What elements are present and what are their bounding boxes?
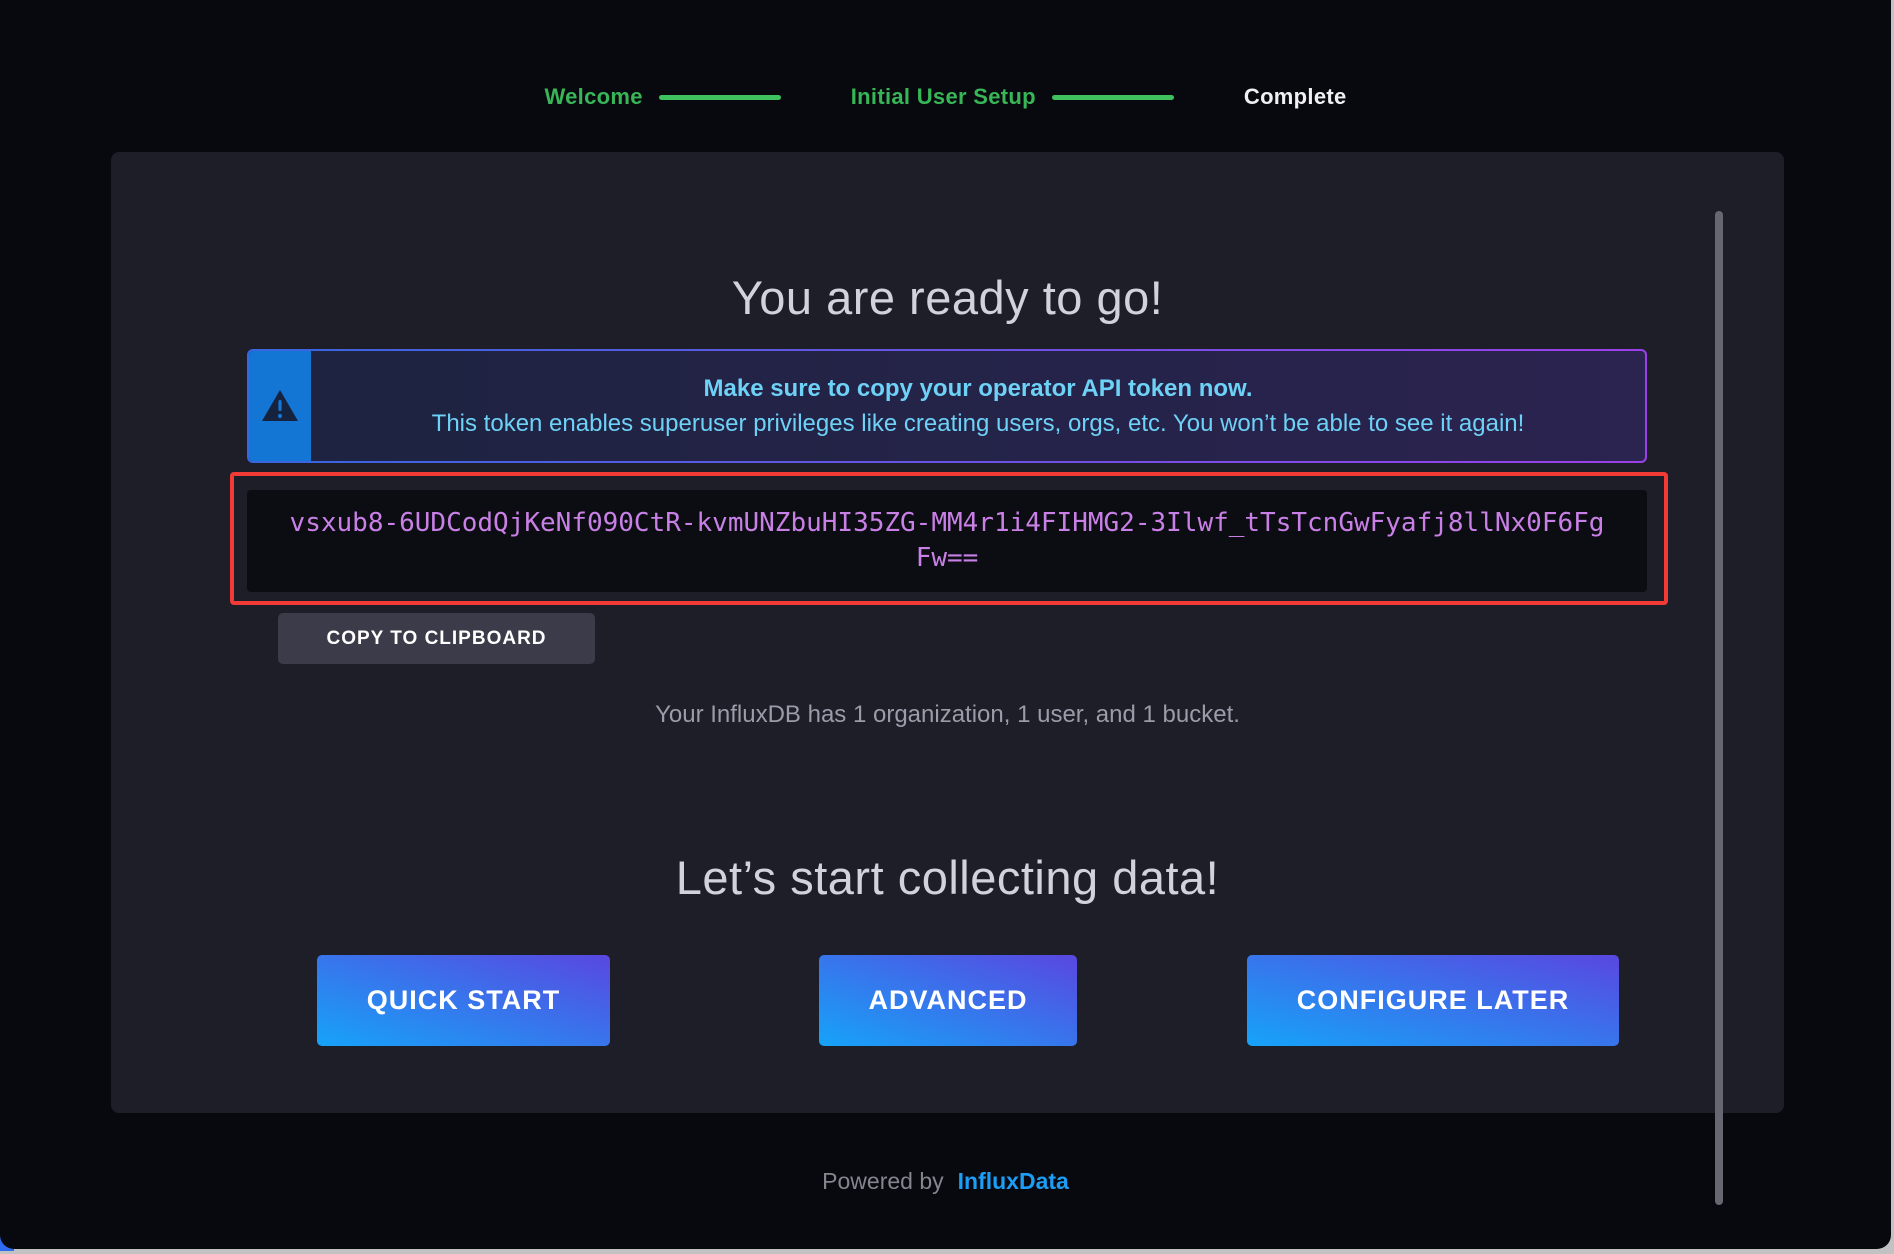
token-warning-banner: Make sure to copy your operator API toke…: [247, 349, 1647, 463]
onboarding-page: Welcome Initial User Setup Complete You …: [0, 0, 1891, 1249]
warning-body: This token enables superuser privileges …: [432, 410, 1525, 438]
api-token-value: vsxub8-6UDCodQjKeNf090CtR-kvmUNZbuHI35ZG…: [286, 506, 1608, 576]
copy-to-clipboard-button[interactable]: COPY TO CLIPBOARD: [278, 613, 595, 664]
api-token-box[interactable]: vsxub8-6UDCodQjKeNf090CtR-kvmUNZbuHI35ZG…: [247, 490, 1647, 592]
stepper-step-initial-user-setup[interactable]: Initial User Setup: [851, 84, 1036, 110]
token-warning-banner-body: Make sure to copy your operator API toke…: [249, 351, 1645, 461]
footer: Powered by InfluxData: [0, 1168, 1891, 1195]
page-title: You are ready to go!: [111, 270, 1784, 325]
scrollbar[interactable]: [1715, 211, 1723, 1205]
warning-text: Make sure to copy your operator API toke…: [311, 351, 1645, 461]
powered-by-label: Powered by: [822, 1168, 943, 1195]
warning-heading: Make sure to copy your operator API toke…: [704, 375, 1253, 403]
warning-triangle-icon: [261, 389, 299, 423]
setup-stepper: Welcome Initial User Setup Complete: [0, 84, 1891, 110]
cta-heading: Let’s start collecting data!: [111, 850, 1784, 905]
stepper-connector: [1052, 95, 1174, 100]
advanced-button[interactable]: ADVANCED: [819, 955, 1077, 1046]
stepper-step-welcome[interactable]: Welcome: [544, 84, 642, 110]
warning-icon-block: [249, 351, 311, 461]
resource-summary: Your InfluxDB has 1 organization, 1 user…: [111, 701, 1784, 729]
configure-later-button[interactable]: CONFIGURE LATER: [1247, 955, 1619, 1046]
quick-start-button[interactable]: QUICK START: [317, 955, 610, 1046]
influxdata-brand-link[interactable]: InfluxData: [958, 1168, 1069, 1195]
completion-card: You are ready to go! Make sure to copy y…: [111, 152, 1784, 1113]
stepper-step-complete[interactable]: Complete: [1244, 84, 1347, 110]
stepper-connector: [659, 95, 781, 100]
